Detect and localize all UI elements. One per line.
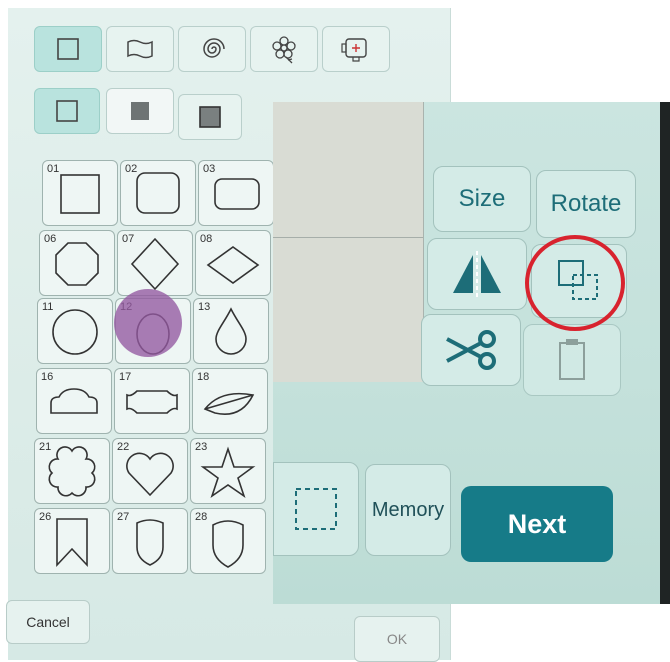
shape-cell-28[interactable]: 28: [190, 508, 266, 574]
wide-diamond-shape-icon: [206, 246, 260, 284]
shape-cell-03[interactable]: 03: [198, 160, 274, 226]
mirror-button[interactable]: [427, 238, 527, 310]
memory-label: Memory: [371, 498, 445, 521]
design-canvas: [273, 102, 424, 382]
square-shape-icon: [57, 38, 79, 60]
circle-shape-icon: [52, 309, 98, 355]
mirror-flip-icon: [453, 251, 501, 297]
fill-option-outline[interactable]: [34, 88, 100, 134]
spiral-icon: [203, 38, 225, 58]
rounded-rectangle-shape-icon: [214, 178, 260, 210]
selection-highlight: [114, 289, 182, 357]
category-tab-basic-shapes[interactable]: [34, 26, 102, 72]
square-shape-icon: [60, 174, 100, 214]
star-shape-icon: [200, 446, 256, 499]
rounded-square-shape-icon: [136, 172, 180, 214]
badge-shield-shape-icon: [212, 520, 244, 568]
leaf-shape-icon: [203, 392, 255, 415]
shape-cell-08[interactable]: 08: [195, 230, 271, 296]
shape-cell-21[interactable]: 21: [34, 438, 110, 504]
cloud-banner-shape-icon: [50, 388, 98, 414]
shape-cell-26[interactable]: 26: [34, 508, 110, 574]
category-tab-frames[interactable]: [106, 26, 174, 72]
shape-cell-27[interactable]: 27: [112, 508, 188, 574]
cut-button[interactable]: [421, 314, 521, 386]
shield-shape-icon: [136, 519, 164, 566]
size-button[interactable]: Size: [433, 166, 531, 232]
heart-shape-icon: [126, 452, 174, 497]
filled-square-icon: [131, 102, 149, 120]
device-bezel: [660, 102, 670, 604]
rotate-button[interactable]: Rotate: [536, 170, 636, 238]
annotation-circle: [525, 235, 625, 331]
scissors-icon: [446, 330, 496, 370]
category-tab-frame-designs[interactable]: [322, 26, 390, 72]
ok-button[interactable]: OK: [354, 616, 440, 662]
select-area-button[interactable]: [273, 462, 359, 556]
next-button[interactable]: Next: [461, 486, 613, 562]
dashed-square-icon: [295, 488, 337, 530]
shape-cell-22[interactable]: 22: [112, 438, 188, 504]
delete-button[interactable]: [523, 324, 621, 396]
outline-square-icon: [56, 100, 78, 122]
shape-cell-07[interactable]: 07: [117, 230, 193, 296]
flower-icon: [272, 36, 296, 64]
flower-shape-icon: [48, 446, 96, 497]
shape-cell-11[interactable]: 11: [37, 298, 113, 364]
canvas-divider: [273, 237, 423, 238]
shape-cell-06[interactable]: 06: [39, 230, 115, 296]
shape-cell-23[interactable]: 23: [190, 438, 266, 504]
fill-option-filled-outline[interactable]: [178, 94, 242, 140]
teardrop-shape-icon: [215, 307, 247, 355]
memory-button[interactable]: Memory: [365, 464, 451, 556]
fill-option-filled[interactable]: [106, 88, 174, 134]
bordered-filled-square-icon: [199, 106, 221, 128]
category-tab-motifs[interactable]: [250, 26, 318, 72]
bookmark-shape-icon: [56, 518, 88, 568]
clipboard-icon: [559, 339, 585, 380]
shape-cell-02[interactable]: 02: [120, 160, 196, 226]
shape-cell-17[interactable]: 17: [114, 368, 190, 434]
edit-screen-zoom: Size Rotate Memory Next: [273, 102, 670, 604]
diamond-shape-icon: [130, 237, 180, 291]
size-label: Size: [458, 185, 506, 212]
shape-cell-16[interactable]: 16: [36, 368, 112, 434]
category-tab-spirals[interactable]: [178, 26, 246, 72]
label-shape-icon: [126, 390, 178, 414]
octagon-shape-icon: [55, 242, 99, 286]
next-label: Next: [507, 508, 567, 539]
flag-shape-icon: [127, 39, 153, 59]
embroidery-frame-icon: [341, 38, 367, 62]
cancel-button[interactable]: Cancel: [6, 600, 90, 644]
rotate-label: Rotate: [550, 190, 622, 217]
shape-cell-01[interactable]: 01: [42, 160, 118, 226]
shape-cell-13[interactable]: 13: [193, 298, 269, 364]
shape-cell-18[interactable]: 18: [192, 368, 268, 434]
